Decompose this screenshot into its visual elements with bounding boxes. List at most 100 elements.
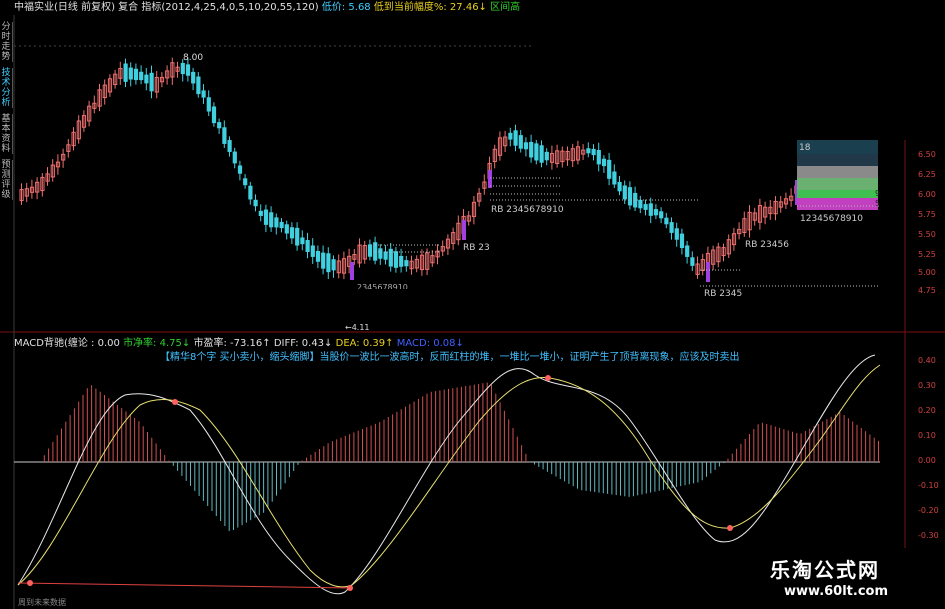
candle-body: [653, 209, 659, 216]
candle-body: [258, 210, 263, 216]
signal-bar: [488, 170, 492, 188]
candle-body: [518, 135, 523, 149]
divergence-line: [17, 582, 353, 589]
stock-chart-window: 中福实业(日线 前复权) 复合 指标(2012,4,25,4,0,5,10,20…: [0, 0, 945, 609]
blank-area-top: [533, 0, 945, 140]
volume-profile-box: [797, 190, 878, 198]
candle-body: [139, 71, 144, 81]
candle-body: [269, 212, 274, 228]
signal-bar: [462, 220, 466, 240]
watermark-title: 乐淘公式网: [770, 558, 880, 582]
diff-value: 0.43↓: [301, 338, 333, 349]
candle-body: [227, 140, 232, 152]
dea-label: DEA:: [335, 338, 360, 349]
candle-body: [274, 217, 279, 228]
macd-value: 0.08↓: [433, 338, 464, 349]
candle-body: [217, 122, 222, 129]
candle-body: [326, 253, 331, 273]
signal-bar: [350, 262, 354, 280]
candle-body: [232, 151, 237, 164]
candle-body: [128, 67, 133, 80]
candle-body: [284, 224, 289, 234]
price-axis: 6.50 6.25 6.00 5.75 5.50 5.25 5.00 4.75: [918, 140, 945, 300]
signal-bar: [706, 262, 710, 282]
candle-body: [253, 199, 258, 207]
cross-marker: [727, 525, 733, 531]
price-tick: 6.50: [918, 150, 936, 159]
macd-label: MACD:: [396, 338, 431, 349]
box-label: 9: [875, 189, 880, 198]
candle-body: [133, 68, 139, 81]
macd-tick: -0.30: [918, 531, 939, 540]
candle-body: [529, 141, 534, 158]
candle-body: [289, 227, 295, 239]
candle-body: [144, 74, 149, 84]
price-tick: 6.25: [918, 170, 936, 179]
candle-body: [201, 90, 206, 98]
candle-body: [243, 178, 248, 186]
macd-tick: 0.20: [918, 406, 936, 415]
candle-body: [331, 259, 336, 271]
watermark-url: www.60lt.com: [784, 584, 889, 599]
candle-body: [679, 233, 685, 249]
candle-body: [612, 171, 617, 185]
candle-body: [399, 255, 404, 267]
macd-tick: 0.10: [918, 431, 936, 440]
candle-body: [607, 159, 612, 179]
candle-body: [674, 228, 679, 240]
box-label: 5: [875, 199, 880, 208]
candle-body: [383, 251, 388, 260]
macd-tick: 0.30: [918, 381, 936, 390]
candle-body: [596, 150, 601, 165]
diff-label: DIFF:: [273, 338, 299, 349]
candle-body: [185, 64, 191, 76]
volume-profile-box: [797, 166, 878, 178]
candle-body: [321, 252, 326, 269]
price-tick: 5.25: [918, 250, 936, 259]
candle-body: [643, 204, 648, 210]
pb-value: -73.16↑: [230, 338, 271, 349]
pe-label: 市净率:: [123, 338, 157, 349]
candle-body: [211, 106, 217, 124]
candle-body: [513, 130, 518, 146]
signal-label: RB 2345678910: [491, 205, 564, 215]
candle-body: [544, 151, 549, 161]
macd-name[interactable]: MACD背驰(缠论 : 0.00: [14, 338, 120, 349]
candle-body: [196, 76, 201, 95]
dea-value: 0.39↑: [362, 338, 394, 349]
pe-value: 4.75↓: [159, 338, 191, 349]
signal-label: RB 2345: [704, 289, 742, 299]
candle-body: [669, 222, 674, 233]
box-label: 18: [799, 143, 811, 153]
high-price-label: 8.00: [183, 53, 203, 63]
candle-body: [648, 203, 653, 216]
candle-body: [123, 63, 128, 82]
candle-body: [237, 165, 243, 174]
price-tick: 4.75: [918, 286, 936, 295]
pb-label: 市盈率:: [193, 338, 227, 349]
candle-body: [295, 227, 300, 246]
signal-label: RB 23: [463, 243, 490, 253]
blank-area-mid: [283, 289, 661, 321]
volume-profile-box: [797, 198, 878, 210]
candle-body: [617, 181, 622, 192]
candle-body: [404, 260, 409, 267]
candle-body: [523, 142, 529, 150]
price-tick: 5.75: [918, 210, 936, 219]
candle-body: [191, 71, 196, 84]
candle-body: [534, 143, 539, 161]
candle-body: [310, 245, 315, 257]
candle-body: [638, 199, 643, 209]
macd-header: MACD背驰(缠论 : 0.00 市净率: 4.75↓ 市盈率: -73.16↑…: [14, 337, 464, 351]
candle-body: [685, 245, 690, 257]
macd-tick: -0.10: [918, 481, 939, 490]
candle-body: [263, 209, 269, 225]
macd-axis: 0.40 0.30 0.20 0.10 0.00 -0.10 -0.20 -0.…: [918, 350, 945, 550]
macd-tick: -0.20: [918, 506, 939, 515]
candle-body: [508, 132, 513, 140]
low-price-label: ←4.11: [345, 323, 370, 332]
candle-body: [378, 248, 383, 259]
signal-label: RB 23456: [745, 240, 789, 250]
candle-body: [180, 62, 185, 75]
candle-body: [601, 158, 607, 167]
